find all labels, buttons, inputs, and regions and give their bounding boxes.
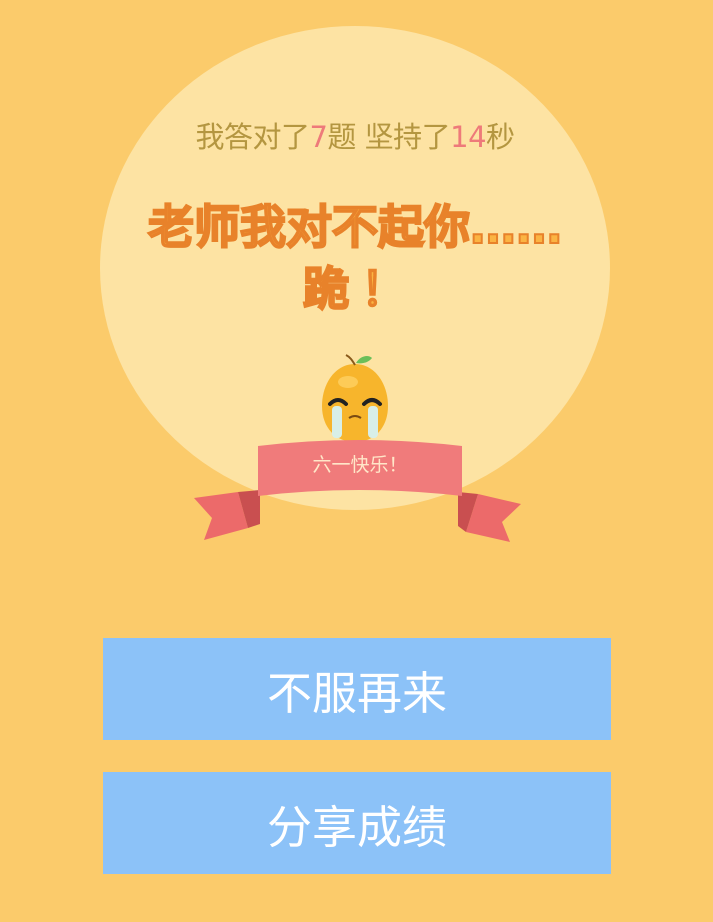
summary-mid: 题 坚持了 bbox=[327, 120, 451, 154]
retry-button[interactable]: 不服再来 bbox=[103, 638, 611, 740]
verdict-line-2: 跪！ bbox=[302, 261, 419, 317]
share-button-label: 分享成绩 bbox=[266, 800, 447, 854]
summary-prefix: 我答对了 bbox=[195, 120, 310, 154]
ribbon-label: 六一快乐！ bbox=[312, 454, 408, 476]
summary-suffix: 秒 bbox=[486, 120, 515, 154]
result-summary: 我答对了7题 坚持了14秒 bbox=[100, 114, 610, 156]
correct-count: 7 bbox=[309, 120, 328, 154]
share-button[interactable]: 分享成绩 bbox=[103, 772, 611, 874]
crying-orange-mascot-icon bbox=[322, 354, 388, 442]
verdict-line-1: 老师我对不起你…… bbox=[147, 199, 563, 255]
elapsed-seconds: 14 bbox=[450, 120, 487, 154]
retry-button-label: 不服再来 bbox=[266, 666, 447, 720]
verdict-title: 老师我对不起你…… 跪！ bbox=[100, 196, 610, 320]
